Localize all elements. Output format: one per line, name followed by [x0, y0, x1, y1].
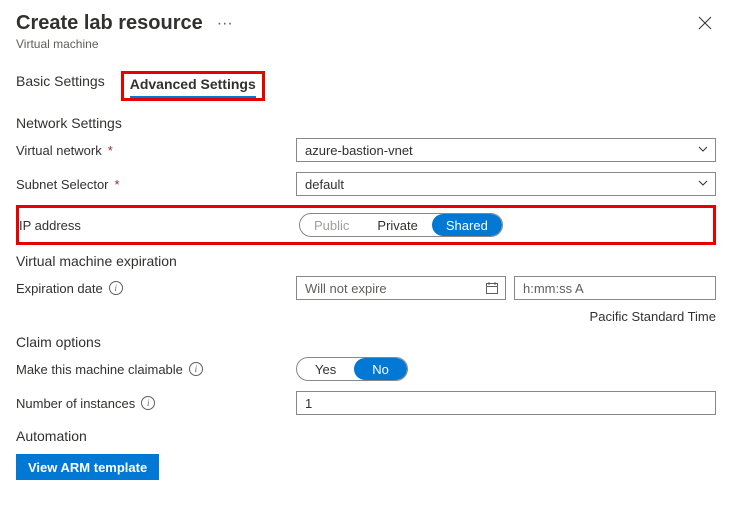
section-claim: Claim options [16, 334, 716, 350]
subnet-label: Subnet Selector [16, 177, 109, 192]
section-automation: Automation [16, 428, 716, 444]
instances-label: Number of instances [16, 396, 135, 411]
claimable-label: Make this machine claimable [16, 362, 183, 377]
expiration-date-value: Will not expire [305, 281, 387, 296]
page-subtitle: Virtual machine [16, 37, 237, 51]
vnet-select[interactable]: azure-bastion-vnet [296, 138, 716, 162]
expiration-time-input[interactable]: h:mm:ss A [514, 276, 716, 300]
info-icon[interactable]: i [189, 362, 203, 376]
required-indicator: * [108, 143, 113, 158]
chevron-down-icon [697, 143, 709, 158]
vnet-label: Virtual network [16, 143, 102, 158]
expiration-time-placeholder: h:mm:ss A [523, 281, 584, 296]
expiration-date-input[interactable]: Will not expire [296, 276, 506, 300]
claimable-toggle: Yes No [296, 357, 408, 381]
expiration-date-label: Expiration date [16, 281, 103, 296]
subnet-select[interactable]: default [296, 172, 716, 196]
ip-address-label: IP address [19, 218, 81, 233]
claimable-no[interactable]: No [354, 358, 407, 380]
info-icon[interactable]: i [141, 396, 155, 410]
tab-advanced-settings[interactable]: Advanced Settings [130, 76, 256, 98]
section-network: Network Settings [16, 115, 716, 131]
timezone-label: Pacific Standard Time [16, 309, 716, 324]
chevron-down-icon [697, 177, 709, 192]
info-icon[interactable]: i [109, 281, 123, 295]
close-icon[interactable] [694, 12, 716, 38]
tab-basic-settings[interactable]: Basic Settings [16, 73, 105, 101]
page-title: Create lab resource [16, 12, 203, 35]
section-expiration: Virtual machine expiration [16, 253, 716, 269]
required-indicator: * [115, 177, 120, 192]
ip-option-public[interactable]: Public [300, 214, 363, 236]
ip-option-shared[interactable]: Shared [432, 214, 502, 236]
ip-address-selector: Public Private Shared [299, 213, 503, 237]
more-actions-icon[interactable]: ··· [213, 15, 237, 33]
claimable-yes[interactable]: Yes [297, 358, 354, 380]
calendar-icon[interactable] [485, 281, 499, 298]
ip-option-private[interactable]: Private [363, 214, 431, 236]
tab-bar: Basic Settings Advanced Settings [16, 73, 716, 101]
view-arm-template-button[interactable]: View ARM template [16, 454, 159, 480]
subnet-select-value: default [305, 177, 344, 192]
vnet-select-value: azure-bastion-vnet [305, 143, 413, 158]
instances-input[interactable] [296, 391, 716, 415]
